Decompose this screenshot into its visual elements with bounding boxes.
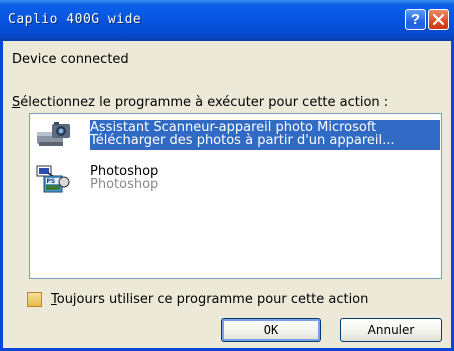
always-use-checkbox[interactable]: [27, 292, 42, 307]
photoshop-icon: PS: [36, 165, 70, 193]
help-icon: ?: [410, 11, 421, 28]
cancel-button[interactable]: Annuler: [340, 318, 442, 342]
program-description: Télécharger des photos à partir d'un app…: [90, 133, 395, 148]
list-item-photoshop[interactable]: PS Photoshop Photoshop: [34, 162, 438, 200]
close-icon: [433, 14, 444, 25]
window-title: Caplio 400G wide: [8, 12, 142, 27]
title-bar[interactable]: Caplio 400G wide ?: [0, 0, 454, 41]
program-text: Photoshop Photoshop: [90, 165, 158, 191]
program-select-label: Sélectionnez le programme à exécuter pou…: [12, 95, 389, 110]
camera-scanner-icon: [37, 122, 70, 146]
svg-text:PS: PS: [47, 178, 56, 185]
ok-button[interactable]: OK: [221, 318, 321, 342]
program-list[interactable]: Assistant Scanneur-appareil photo Micros…: [29, 113, 442, 279]
program-description: Photoshop: [90, 177, 159, 192]
list-item-scanner-wizard[interactable]: Assistant Scanneur-appareil photo Micros…: [34, 118, 440, 156]
device-status-text: Device connected: [12, 52, 129, 67]
help-button[interactable]: ?: [405, 9, 426, 30]
program-text: Assistant Scanneur-appareil photo Micros…: [90, 121, 395, 147]
always-use-label[interactable]: Toujours utiliser ce programme pour cett…: [51, 292, 368, 307]
close-button[interactable]: [428, 9, 449, 30]
